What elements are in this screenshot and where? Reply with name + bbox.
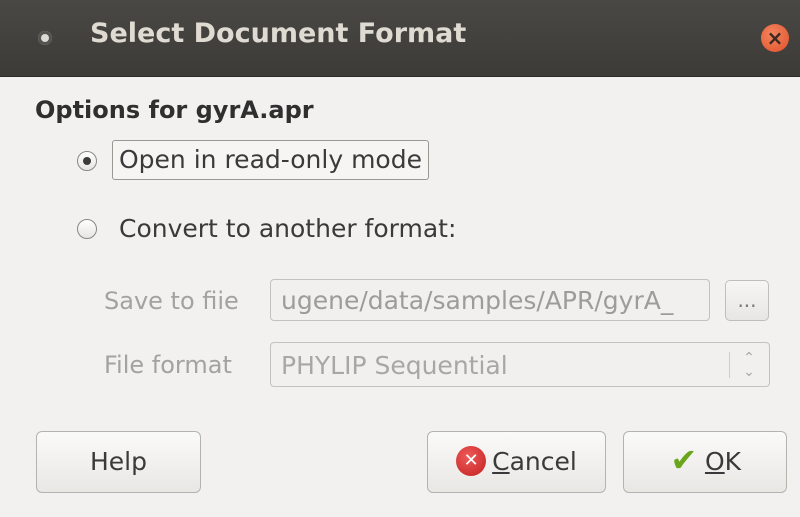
convert-label[interactable]: Convert to another format: bbox=[119, 210, 456, 248]
save-to-file-label: Save to fiie bbox=[104, 287, 239, 315]
help-label: Help bbox=[90, 447, 147, 476]
cancel-button[interactable]: ✕ Cancel bbox=[427, 431, 606, 493]
ok-mnemonic: O bbox=[704, 447, 725, 476]
checkmark-icon: ✔ bbox=[670, 441, 698, 479]
file-format-value: PHYLIP Sequential bbox=[281, 351, 508, 380]
convert-radio[interactable] bbox=[77, 219, 97, 239]
combo-divider bbox=[729, 352, 730, 378]
updown-arrow-icon: ⌃ ⌄ bbox=[743, 350, 755, 380]
title-bar: Select Document Format × bbox=[0, 0, 800, 77]
file-format-label: File format bbox=[104, 351, 232, 379]
options-heading: Options for gyrA.apr bbox=[35, 96, 314, 124]
read-only-radio[interactable] bbox=[77, 151, 97, 171]
window-title: Select Document Format bbox=[90, 18, 467, 49]
read-only-label[interactable]: Open in read-only mode bbox=[112, 140, 429, 180]
close-button[interactable]: × bbox=[761, 24, 789, 52]
cancel-mnemonic: C bbox=[492, 447, 510, 476]
cancel-label: ancel bbox=[509, 447, 577, 476]
browse-button[interactable]: ... bbox=[725, 280, 769, 321]
save-path-input[interactable]: ugene/data/samples/APR/gyrA_ bbox=[270, 279, 710, 321]
cancel-x-icon: ✕ bbox=[456, 446, 487, 476]
ok-label: K bbox=[724, 447, 742, 476]
help-button[interactable]: Help bbox=[36, 431, 201, 493]
window-menu-icon[interactable] bbox=[38, 31, 52, 45]
close-icon: × bbox=[766, 26, 784, 50]
ok-button[interactable]: ✔ OK bbox=[623, 431, 787, 493]
file-format-select[interactable]: PHYLIP Sequential ⌃ ⌄ bbox=[270, 342, 770, 387]
